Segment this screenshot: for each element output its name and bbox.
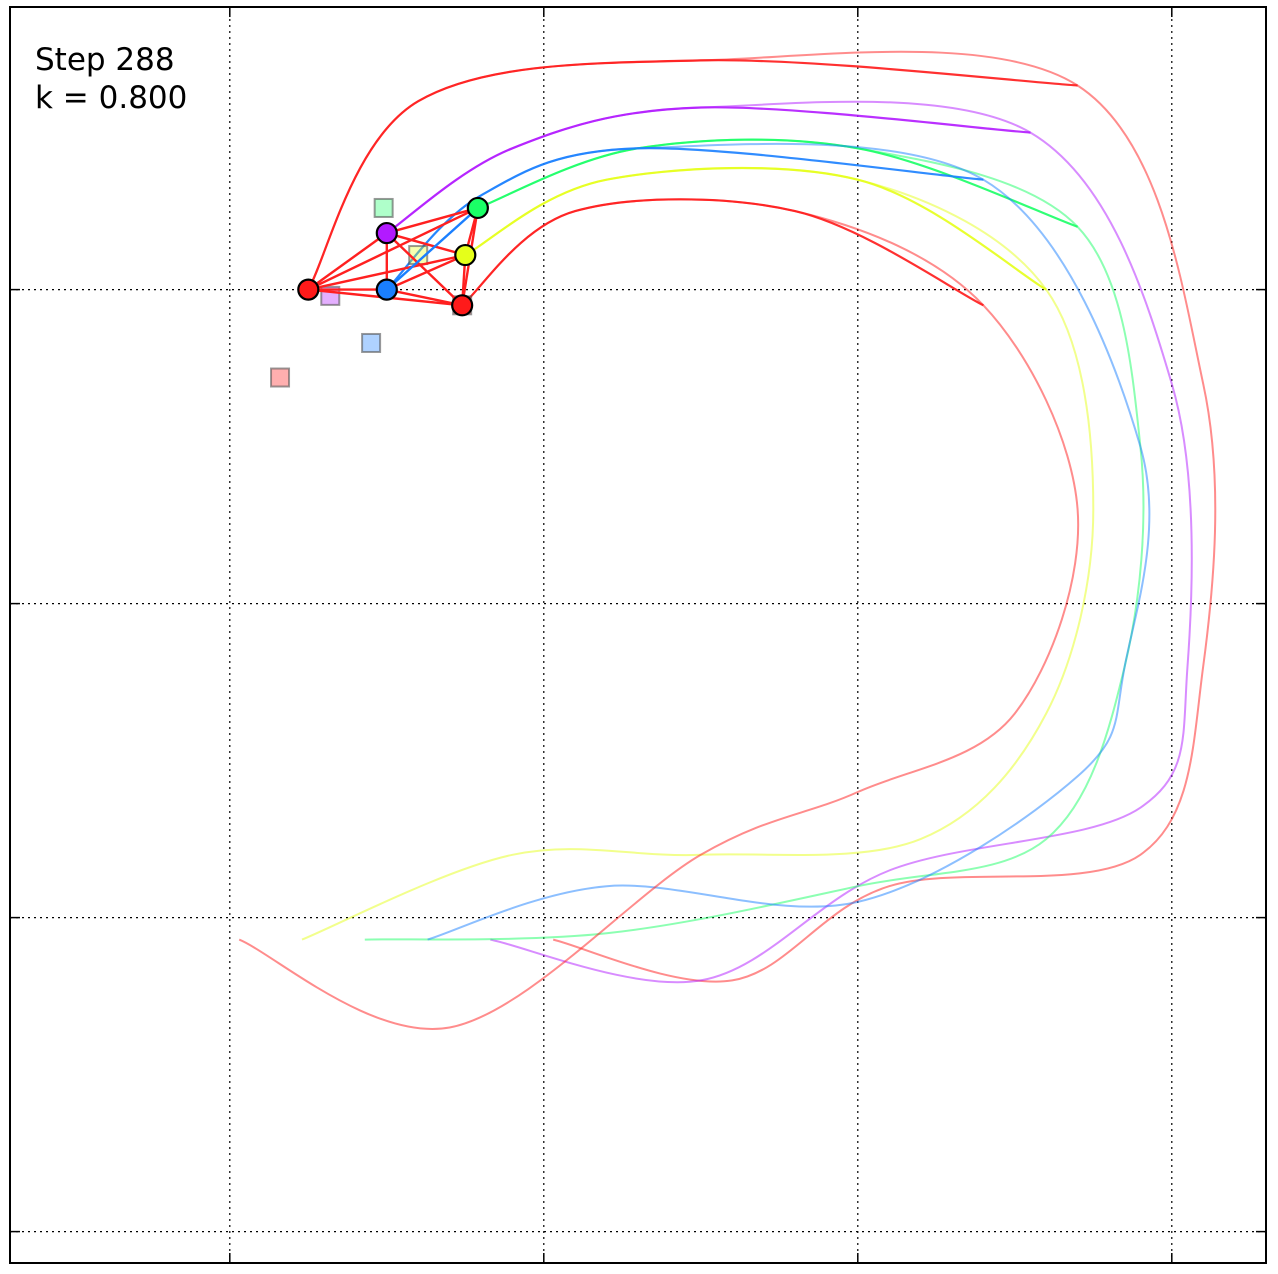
agent-dot-blue [375, 278, 398, 301]
k-label: k = 0.800 [35, 80, 187, 116]
target-square-green [373, 197, 394, 218]
plot-background [10, 7, 1266, 1263]
agent-dot-red-left [297, 278, 320, 301]
step-label: Step 288 [35, 42, 175, 78]
agent-dot-yellow [454, 243, 477, 267]
target-square-red-left [270, 367, 291, 388]
agent-dot-purple [375, 221, 398, 245]
agent-dot-red-right [451, 294, 474, 317]
target-square-blue [361, 332, 382, 353]
agent-dot-green [466, 196, 489, 220]
simulation-plot: Step 288 k = 0.800 [9, 6, 1267, 1264]
